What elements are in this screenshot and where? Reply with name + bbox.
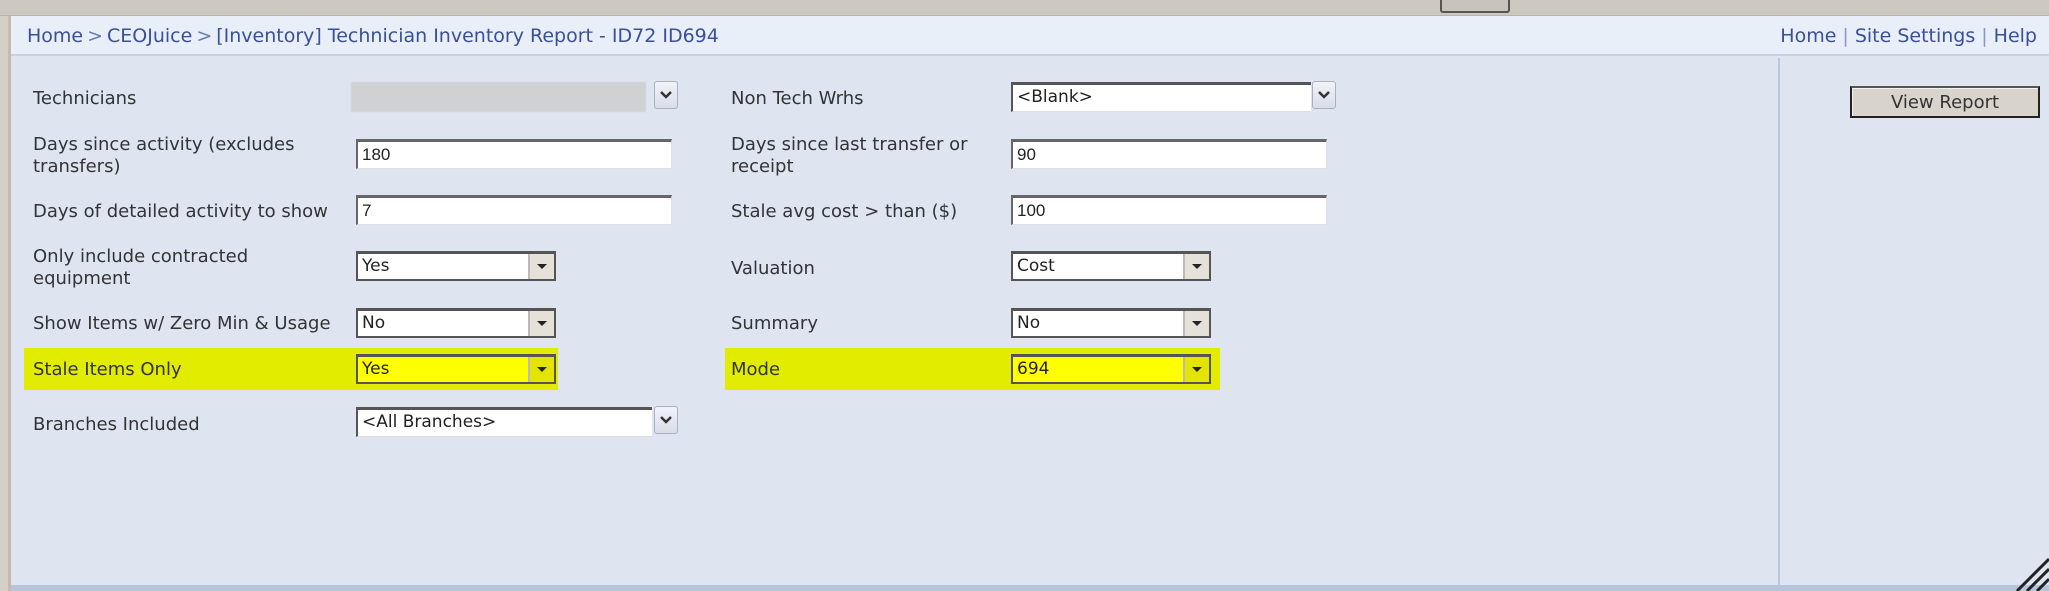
browser-chrome-strip (0, 0, 2049, 16)
link-separator: | (1842, 25, 1849, 47)
days-since-activity-input[interactable] (356, 139, 672, 169)
non-tech-wrhs-label: Non Tech Wrhs (731, 88, 864, 109)
parameters-panel: Technicians Non Tech Wrhs <Blank> Days s… (11, 58, 1776, 591)
non-tech-wrhs-dropdown-button[interactable] (1312, 81, 1336, 109)
dropdown-arrow-icon[interactable] (528, 357, 554, 382)
selected-value: 694 (1017, 359, 1050, 379)
non-tech-wrhs-multiselect[interactable]: <Blank> (1011, 82, 1311, 112)
breadcrumb-separator: > (196, 25, 213, 47)
label-line: Only include contracted (33, 246, 249, 267)
branches-dropdown-button[interactable] (654, 406, 678, 434)
browser-tab-handle[interactable] (1440, 0, 1510, 13)
stale-avg-cost-input[interactable] (1011, 195, 1327, 225)
breadcrumb: Home > CEOJuice > [Inventory] Technician Inv… (27, 25, 719, 47)
selected-value: No (362, 313, 386, 333)
site-settings-link[interactable]: Site Settings (1855, 25, 1975, 47)
stale-items-only-label: Stale Items Only (33, 359, 182, 380)
panel-bottom-border (11, 585, 2049, 591)
chevron-down-icon (1318, 91, 1330, 99)
dropdown-arrow-icon[interactable] (1183, 357, 1209, 382)
title-bar: Home > CEOJuice > [Inventory] Technician Inv… (11, 16, 2049, 56)
help-link[interactable]: Help (1994, 25, 2037, 47)
summary-select[interactable]: No (1011, 308, 1211, 338)
days-detailed-activity-input[interactable] (356, 195, 672, 225)
dropdown-arrow-icon[interactable] (528, 311, 554, 336)
chevron-down-icon (660, 416, 672, 424)
top-links: Home | Site Settings | Help (1780, 25, 2037, 47)
branches-included-label: Branches Included (33, 414, 200, 435)
zero-min-usage-select[interactable]: No (356, 308, 556, 338)
selected-value: No (1017, 313, 1041, 333)
dropdown-arrow-icon[interactable] (1183, 254, 1209, 279)
view-report-button[interactable]: View Report (1850, 86, 2040, 118)
breadcrumb-home[interactable]: Home (27, 25, 83, 47)
days-since-transfer-label: Days since last transfer or receipt (731, 134, 968, 178)
breadcrumb-current-report[interactable]: [Inventory] Technician Inventory Report … (216, 25, 719, 47)
chevron-down-icon (660, 91, 672, 99)
breadcrumb-separator: > (87, 25, 104, 47)
stale-avg-cost-label: Stale avg cost > than ($) (731, 201, 958, 222)
mode-label: Mode (731, 359, 781, 380)
days-since-activity-label: Days since activity (excludes transfers) (33, 134, 295, 178)
technicians-dropdown-button[interactable] (654, 81, 678, 109)
link-separator: | (1981, 25, 1988, 47)
valuation-label: Valuation (731, 258, 815, 279)
dropdown-arrow-icon[interactable] (528, 254, 554, 279)
label-line: receipt (731, 156, 794, 177)
breadcrumb-ceojuice[interactable]: CEOJuice (107, 25, 192, 47)
days-detailed-activity-label: Days of detailed activity to show (33, 201, 328, 222)
technicians-label: Technicians (33, 88, 137, 109)
home-link[interactable]: Home (1780, 25, 1836, 47)
branches-included-multiselect[interactable]: <All Branches> (356, 407, 652, 437)
contracted-equipment-label: Only include contracted equipment (33, 246, 248, 290)
stale-items-only-select[interactable]: Yes (356, 354, 556, 384)
contracted-equipment-select[interactable]: Yes (356, 251, 556, 281)
selected-value: Yes (362, 256, 390, 276)
label-line: transfers) (33, 156, 121, 177)
dropdown-arrow-icon[interactable] (1183, 311, 1209, 336)
label-line: equipment (33, 268, 131, 289)
label-line: Days since last transfer or (731, 134, 968, 155)
technicians-multiselect[interactable] (351, 82, 646, 112)
report-viewer-frame: Home > CEOJuice > [Inventory] Technician Inv… (8, 16, 2049, 591)
selected-value: Cost (1017, 256, 1055, 276)
days-since-transfer-input[interactable] (1011, 139, 1327, 169)
mode-select[interactable]: 694 (1011, 354, 1211, 384)
actions-panel: View Report (1778, 58, 2049, 591)
valuation-select[interactable]: Cost (1011, 251, 1211, 281)
label-line: Days since activity (excludes (33, 134, 295, 155)
summary-label: Summary (731, 313, 818, 334)
selected-value: Yes (362, 359, 390, 379)
zero-min-usage-label: Show Items w/ Zero Min & Usage (33, 313, 331, 334)
resize-grip-icon[interactable] (2009, 551, 2049, 591)
